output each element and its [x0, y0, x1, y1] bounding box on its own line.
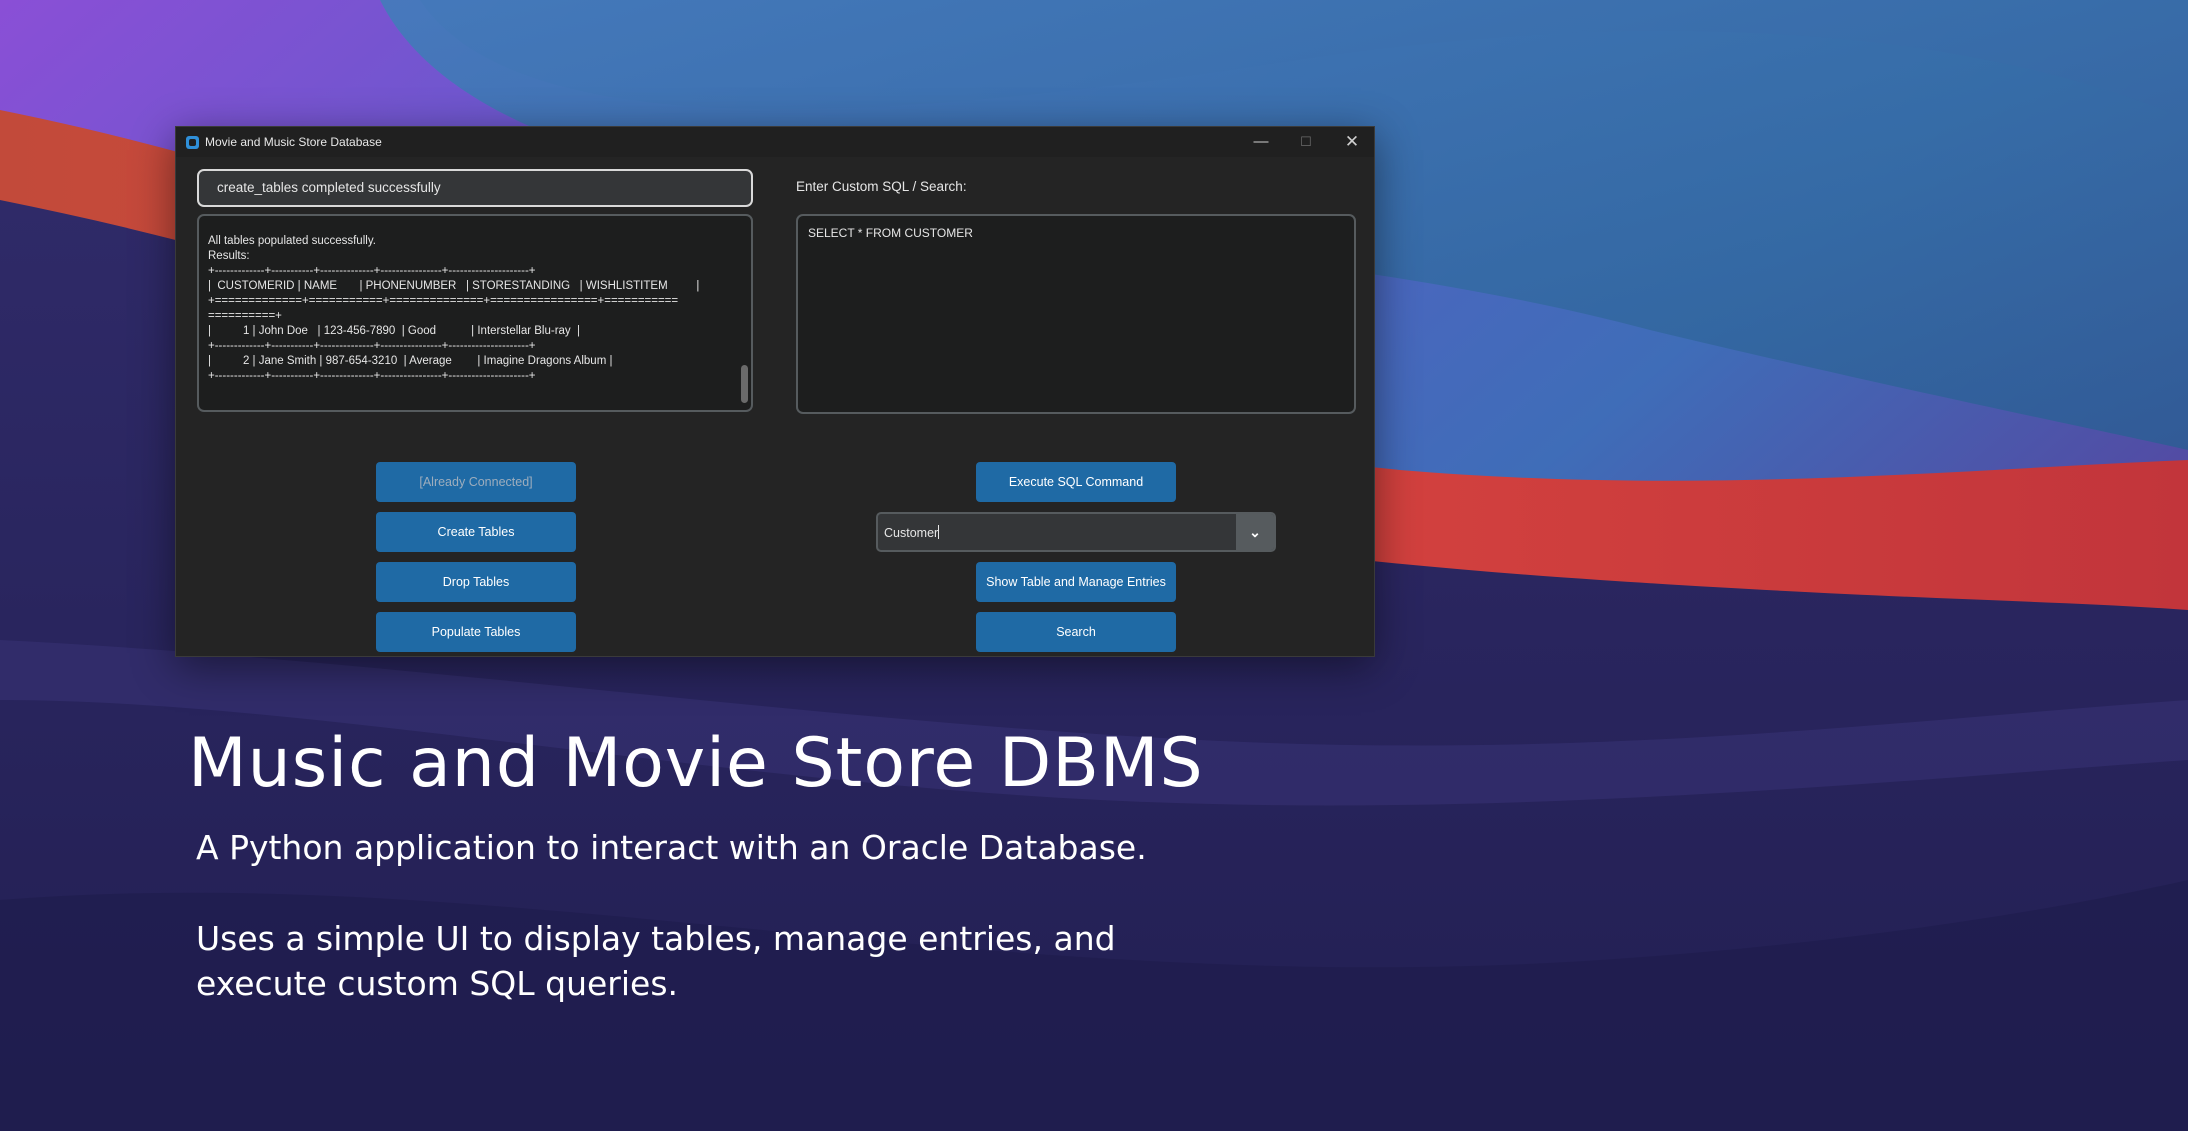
- title-bar[interactable]: Movie and Music Store Database — ☐ ✕: [176, 127, 1374, 157]
- chevron-down-icon[interactable]: ⌄: [1236, 514, 1274, 550]
- connect-button[interactable]: [Already Connected]: [376, 462, 576, 502]
- populate-tables-button[interactable]: Populate Tables: [376, 612, 576, 652]
- app-icon: [186, 136, 199, 149]
- output-scrollbar[interactable]: [741, 365, 748, 403]
- app-window: Movie and Music Store Database — ☐ ✕ cre…: [175, 126, 1375, 657]
- close-icon[interactable]: ✕: [1329, 127, 1375, 157]
- status-field[interactable]: create_tables completed successfully: [197, 169, 753, 207]
- window-title: Movie and Music Store Database: [205, 135, 382, 149]
- maximize-icon[interactable]: ☐: [1283, 127, 1329, 157]
- hero-subtitle: A Python application to interact with an…: [196, 828, 1147, 867]
- execute-sql-button[interactable]: Execute SQL Command: [976, 462, 1176, 502]
- sql-input[interactable]: SELECT * FROM CUSTOMER: [796, 214, 1356, 414]
- drop-tables-button[interactable]: Drop Tables: [376, 562, 576, 602]
- sql-label: Enter Custom SQL / Search:: [796, 179, 967, 194]
- table-select-value[interactable]: Customer: [884, 525, 939, 540]
- table-select-combobox[interactable]: Customer ⌄: [876, 512, 1276, 552]
- show-table-button[interactable]: Show Table and Manage Entries: [976, 562, 1176, 602]
- create-tables-button[interactable]: Create Tables: [376, 512, 576, 552]
- hero-title: Music and Movie Store DBMS: [188, 724, 1204, 803]
- hero-description: Uses a simple UI to display tables, mana…: [196, 919, 1116, 1003]
- search-button[interactable]: Search: [976, 612, 1176, 652]
- minimize-icon[interactable]: —: [1238, 127, 1284, 157]
- results-output[interactable]: All tables populated successfully. Resul…: [197, 214, 753, 412]
